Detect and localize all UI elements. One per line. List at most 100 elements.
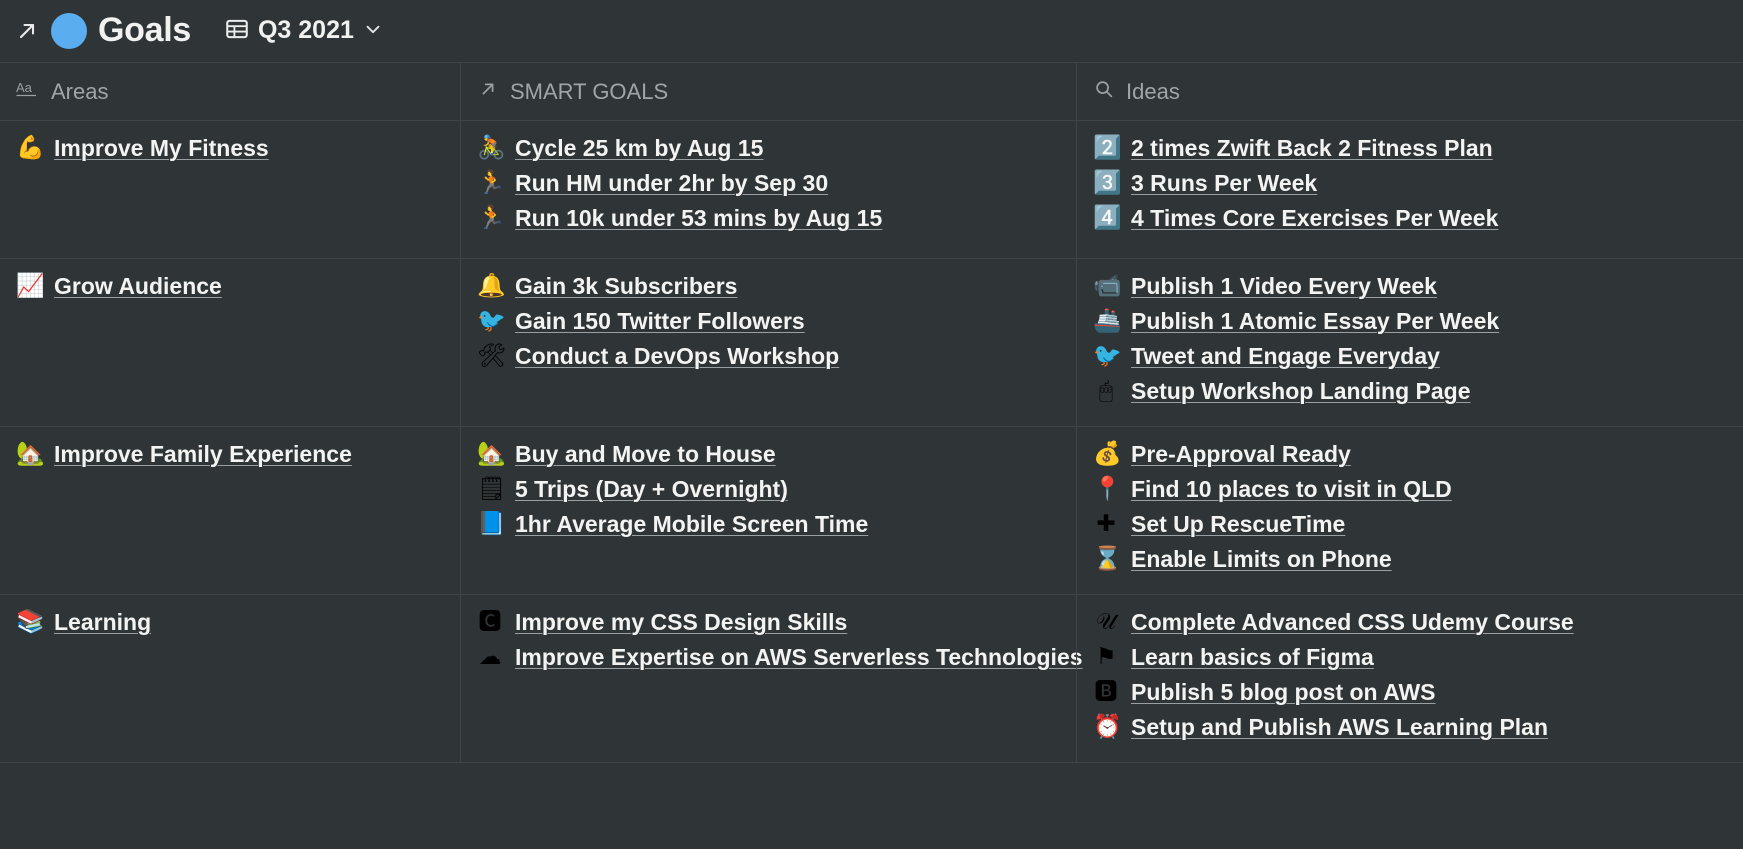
arrow-up-right-icon[interactable] — [14, 18, 40, 44]
cell-areas[interactable]: 📈 Grow Audience — [0, 259, 460, 426]
cell-smart-goals[interactable]: 🏡 Buy and Move to House 🗒 5 Trips (Day +… — [460, 427, 1076, 594]
idea-label[interactable]: Tweet and Engage Everyday — [1131, 344, 1440, 368]
spiral-notepad-emoji: 🗒 — [477, 475, 507, 502]
blue-book-emoji: 📘 — [477, 510, 506, 537]
area-label[interactable]: Grow Audience — [54, 274, 222, 298]
idea-item[interactable]: 💰 Pre-Approval Ready — [1093, 439, 1452, 469]
idea-item[interactable]: ⌛ Enable Limits on Phone — [1093, 544, 1452, 574]
goal-item[interactable]: 🏃 Run 10k under 53 mins by Aug 15 — [477, 203, 1060, 233]
alarm-clock-emoji: ⏰ — [1093, 713, 1122, 740]
table-header-row: Aa Areas SMART GOALS Ideas — [0, 63, 1743, 121]
area-item[interactable]: 📈 Grow Audience — [16, 271, 444, 301]
idea-item[interactable]: 🐦 Tweet and Engage Everyday — [1093, 341, 1499, 371]
idea-label[interactable]: Set Up RescueTime — [1131, 512, 1345, 536]
money-bag-emoji: 💰 — [1093, 440, 1122, 467]
idea-item[interactable]: 2️⃣ 2 times Zwift Back 2 Fitness Plan — [1093, 133, 1498, 163]
goal-item[interactable]: 🐦 Gain 150 Twitter Followers — [477, 306, 1060, 336]
view-selector[interactable]: Q3 2021 — [220, 14, 388, 49]
goal-item[interactable]: 🗒 5 Trips (Day + Overnight) — [477, 474, 1060, 504]
cell-smart-goals[interactable]: 🅲 Improve my CSS Design Skills ☁ Improve… — [460, 595, 1083, 762]
chart-increasing-emoji: 📈 — [16, 272, 45, 299]
goal-label[interactable]: Run 10k under 53 mins by Aug 15 — [515, 206, 882, 230]
idea-label[interactable]: Learn basics of Figma — [1131, 645, 1374, 669]
blogger-logo-icon: 🅱 — [1094, 678, 1118, 705]
blue-circle-icon[interactable] — [51, 13, 87, 49]
idea-label[interactable]: Publish 1 Video Every Week — [1131, 274, 1437, 298]
idea-item[interactable]: ⚑ Learn basics of Figma — [1093, 642, 1574, 672]
chevron-down-icon[interactable] — [362, 18, 384, 45]
goal-item[interactable]: 🅲 Improve my CSS Design Skills — [477, 607, 1060, 637]
goal-label[interactable]: Buy and Move to House — [515, 442, 776, 466]
text-property-icon: Aa — [16, 79, 40, 105]
cell-ideas[interactable]: 💰 Pre-Approval Ready 📍 Find 10 places to… — [1076, 427, 1468, 594]
goal-item[interactable]: ☁ Improve Expertise on AWS Serverless Te… — [477, 642, 1083, 672]
goal-label[interactable]: 1hr Average Mobile Screen Time — [515, 512, 868, 536]
book-and-mouse-icon: 🖱 — [1099, 377, 1113, 404]
notion-goals-table-page: Goals Q3 2021 Aa Areas SMART GOALS Ideas… — [0, 0, 1743, 849]
idea-label[interactable]: 4 Times Core Exercises Per Week — [1131, 206, 1498, 230]
svg-text:Aa: Aa — [16, 80, 33, 95]
area-label[interactable]: Improve My Fitness — [54, 136, 269, 160]
video-camera-emoji: 📹 — [1093, 272, 1122, 299]
area-item[interactable]: 📚 Learning — [16, 607, 444, 637]
idea-item[interactable]: 4️⃣ 4 Times Core Exercises Per Week — [1093, 203, 1498, 233]
round-pushpin-emoji: 📍 — [1093, 475, 1122, 502]
cell-smart-goals[interactable]: 🚴 Cycle 25 km by Aug 15 🏃 Run HM under 2… — [460, 121, 1076, 258]
column-header-ideas[interactable]: Ideas — [1076, 63, 1743, 120]
cell-smart-goals[interactable]: 🔔 Gain 3k Subscribers 🐦 Gain 150 Twitter… — [460, 259, 1076, 426]
goal-label[interactable]: Run HM under 2hr by Sep 30 — [515, 171, 828, 195]
idea-item[interactable]: 🅱 Publish 5 blog post on AWS — [1093, 677, 1574, 707]
goal-label[interactable]: Improve Expertise on AWS Serverless Tech… — [515, 645, 1083, 669]
view-name-label: Q3 2021 — [257, 15, 354, 44]
goal-label[interactable]: 5 Trips (Day + Overnight) — [515, 477, 788, 501]
idea-item[interactable]: ✚ Set Up RescueTime — [1093, 509, 1452, 539]
idea-item[interactable]: 𝒰 Complete Advanced CSS Udemy Course — [1093, 607, 1574, 637]
idea-label[interactable]: Enable Limits on Phone — [1131, 547, 1392, 571]
books-emoji: 📚 — [16, 608, 45, 635]
cell-areas[interactable]: 📚 Learning — [0, 595, 460, 762]
idea-item[interactable]: 📹 Publish 1 Video Every Week — [1093, 271, 1499, 301]
database-table: Aa Areas SMART GOALS Ideas 💪 Improve My … — [0, 62, 1743, 763]
idea-label[interactable]: Publish 5 blog post on AWS — [1131, 680, 1436, 704]
idea-label[interactable]: Setup and Publish AWS Learning Plan — [1131, 715, 1548, 739]
idea-label[interactable]: Setup Workshop Landing Page — [1131, 379, 1471, 403]
idea-item[interactable]: 🚢 Publish 1 Atomic Essay Per Week — [1093, 306, 1499, 336]
idea-label[interactable]: Publish 1 Atomic Essay Per Week — [1131, 309, 1499, 333]
idea-item[interactable]: ⏰ Setup and Publish AWS Learning Plan — [1093, 712, 1574, 742]
runner-emoji: 🏃 — [477, 204, 506, 231]
runner-emoji: 🏃 — [477, 169, 506, 196]
goal-item[interactable]: 📘 1hr Average Mobile Screen Time — [477, 509, 1060, 539]
udemy-logo-icon: 𝒰 — [1095, 608, 1117, 635]
goal-label[interactable]: Gain 3k Subscribers — [515, 274, 737, 298]
area-label[interactable]: Learning — [54, 610, 151, 634]
goal-label[interactable]: Conduct a DevOps Workshop — [515, 344, 839, 368]
idea-item[interactable]: 📍 Find 10 places to visit in QLD — [1093, 474, 1452, 504]
goal-item[interactable]: 🛠 Conduct a DevOps Workshop — [477, 341, 1060, 371]
column-header-areas[interactable]: Aa Areas — [0, 63, 460, 120]
idea-label[interactable]: 3 Runs Per Week — [1131, 171, 1317, 195]
goal-item[interactable]: 🏡 Buy and Move to House — [477, 439, 1060, 469]
idea-item[interactable]: 🖱 Setup Workshop Landing Page — [1093, 376, 1499, 406]
goal-item[interactable]: 🚴 Cycle 25 km by Aug 15 — [477, 133, 1060, 163]
idea-label[interactable]: 2 times Zwift Back 2 Fitness Plan — [1131, 136, 1493, 160]
cell-ideas[interactable]: 𝒰 Complete Advanced CSS Udemy Course ⚑ L… — [1076, 595, 1590, 762]
goal-label[interactable]: Gain 150 Twitter Followers — [515, 309, 805, 333]
area-item[interactable]: 💪 Improve My Fitness — [16, 133, 444, 163]
area-item[interactable]: 🏡 Improve Family Experience — [16, 439, 444, 469]
cell-ideas[interactable]: 📹 Publish 1 Video Every Week 🚢 Publish 1… — [1076, 259, 1515, 426]
goal-label[interactable]: Cycle 25 km by Aug 15 — [515, 136, 763, 160]
cell-areas[interactable]: 💪 Improve My Fitness — [0, 121, 460, 258]
goal-item[interactable]: 🔔 Gain 3k Subscribers — [477, 271, 1060, 301]
goal-label[interactable]: Improve my CSS Design Skills — [515, 610, 847, 634]
idea-label[interactable]: Find 10 places to visit in QLD — [1131, 477, 1452, 501]
idea-item[interactable]: 3️⃣ 3 Runs Per Week — [1093, 168, 1498, 198]
ship-emoji: 🚢 — [1093, 307, 1122, 334]
goal-item[interactable]: 🏃 Run HM under 2hr by Sep 30 — [477, 168, 1060, 198]
cell-areas[interactable]: 🏡 Improve Family Experience — [0, 427, 460, 594]
cell-ideas[interactable]: 2️⃣ 2 times Zwift Back 2 Fitness Plan 3️… — [1076, 121, 1514, 258]
idea-label[interactable]: Complete Advanced CSS Udemy Course — [1131, 610, 1574, 634]
house-with-garden-emoji: 🏡 — [16, 440, 45, 467]
idea-label[interactable]: Pre-Approval Ready — [1131, 442, 1351, 466]
column-header-smart-goals[interactable]: SMART GOALS — [460, 63, 1076, 120]
area-label[interactable]: Improve Family Experience — [54, 442, 352, 466]
